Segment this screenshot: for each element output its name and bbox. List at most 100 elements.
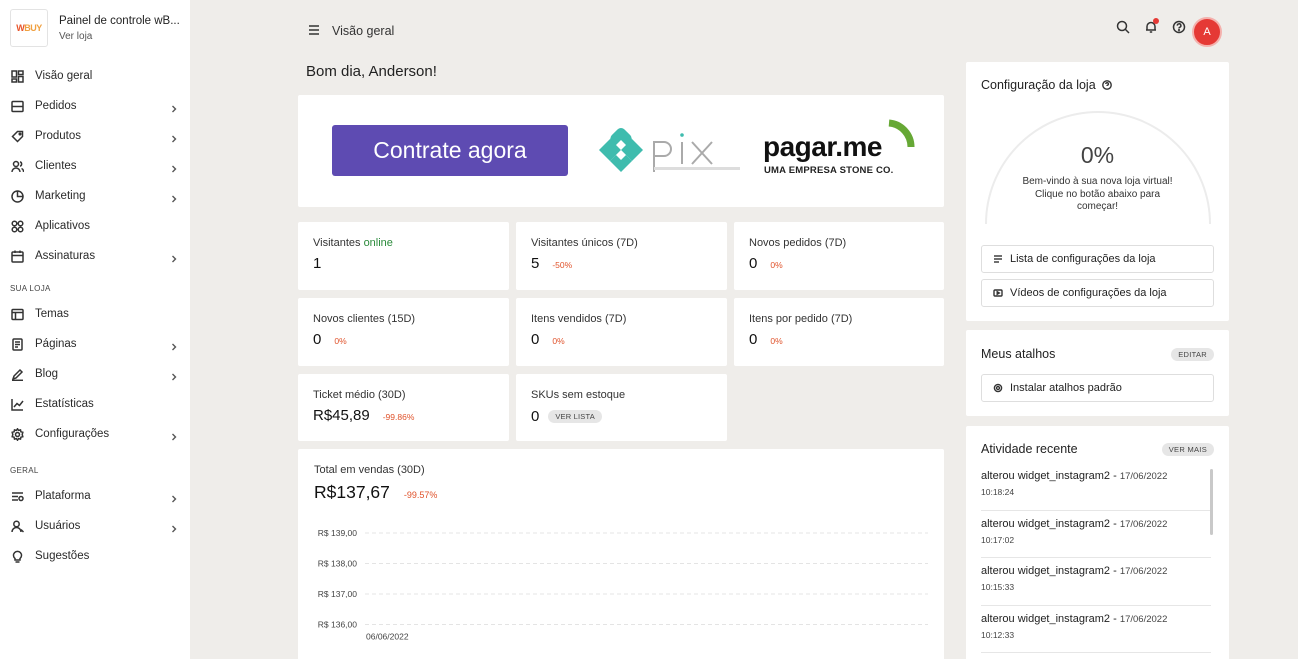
sidebar-item-visao-geral[interactable]: Visão geral: [0, 61, 190, 91]
gear-icon: [993, 383, 1003, 393]
activity-card: Atividade recente VER MAIS alterou widge…: [966, 426, 1229, 659]
platform-icon: [11, 490, 24, 503]
dashboard-icon: [11, 69, 24, 83]
sales-label: Total em vendas (30D): [314, 464, 425, 476]
sidebar-item-label: Sugestões: [35, 550, 90, 562]
sidebar-item-label: Marketing: [35, 190, 86, 202]
apps-icon: [11, 219, 24, 233]
activity-item: alterou widget_instagram2 - 17/06/2022 10…: [981, 511, 1211, 558]
activity-item: alterou widget_instagram2 - 17/06/2022 10…: [981, 558, 1211, 606]
config-list-button[interactable]: Lista de configurações da loja: [981, 245, 1214, 273]
stat-card-new-orders: Novos pedidos (7D) 0 0%: [734, 222, 944, 290]
tag-icon: [11, 130, 24, 143]
chevron-right-icon: [170, 430, 178, 441]
stat-delta: 0%: [552, 336, 565, 346]
layout-icon: [11, 308, 24, 321]
sidebar-item-usuarios[interactable]: Usuários: [0, 511, 190, 541]
sidebar-item-paginas[interactable]: Páginas: [0, 329, 190, 359]
y-tick-label: R$ 139,00: [318, 528, 357, 538]
list-icon: [994, 255, 1002, 263]
config-message: Bem-vindo à sua nova loja virtual! Cliqu…: [1022, 176, 1173, 212]
stat-value: 0: [531, 408, 540, 425]
avatar[interactable]: A: [1192, 17, 1222, 47]
activity-item: alterou widget_instagram2 - 17/06/2022 10…: [981, 463, 1211, 511]
shortcuts-title: Meus atalhos: [981, 347, 1056, 361]
stat-card-avg-ticket: Ticket médio (30D) R$45,89 -99.86%: [298, 374, 509, 441]
stat-value: 5: [531, 255, 540, 272]
store-name: Painel de controle wB...: [59, 14, 180, 27]
config-title: Configuração da loja: [981, 78, 1096, 92]
users-icon: [11, 160, 24, 173]
activity-scrollbar[interactable]: [1210, 469, 1213, 535]
sidebar-item-marketing[interactable]: Marketing: [0, 181, 190, 211]
chevron-right-icon: [170, 492, 178, 503]
sales-delta: -99.57%: [403, 490, 438, 500]
chevron-right-icon: [170, 192, 178, 203]
stat-delta: 0%: [334, 336, 347, 346]
help-icon[interactable]: [1101, 80, 1112, 90]
x-tick-label: 06/06/2022: [366, 632, 409, 642]
menu-icon[interactable]: [308, 24, 320, 36]
sidebar-item-label: Visão geral: [35, 70, 93, 82]
sidebar-item-pedidos[interactable]: Pedidos: [0, 91, 190, 121]
stat-value: 0: [531, 331, 540, 348]
stat-delta: 0%: [770, 260, 783, 270]
chevron-right-icon: [170, 252, 178, 263]
user-icon: [11, 520, 24, 533]
nav-store: Temas Páginas Blog Estatísticas Configuraçõe…: [0, 299, 190, 449]
promo-banner[interactable]: Contrate agora pagar.me UMA EMPRESA STON…: [298, 95, 944, 207]
stat-delta: -50%: [552, 260, 573, 270]
chevron-right-icon: [170, 370, 178, 381]
sidebar-item-configuracoes[interactable]: Configurações: [0, 419, 190, 449]
sidebar-item-label: Plataforma: [35, 490, 91, 502]
gear-icon: [11, 427, 24, 441]
store-config-card: Configuração da loja 0% Bem-vindo à sua …: [966, 62, 1229, 321]
see-more-button[interactable]: VER MAIS: [1161, 443, 1214, 456]
pagarme-logo: pagar.me UMA EMPRESA STONE CO.: [763, 119, 923, 181]
config-videos-button[interactable]: Vídeos de configurações da loja: [981, 279, 1214, 307]
chevron-right-icon: [170, 522, 178, 533]
config-percent: 0%: [1080, 142, 1115, 168]
sidebar-item-sugestoes[interactable]: Sugestões: [0, 541, 190, 571]
sales-chart-card: Total em vendas (30D) R$137,67 -99.57% R$…: [298, 449, 944, 659]
sidebar-item-produtos[interactable]: Produtos: [0, 121, 190, 151]
sidebar-item-assinaturas[interactable]: Assinaturas: [0, 241, 190, 271]
sidebar-item-label: Configurações: [35, 428, 110, 440]
store-logo[interactable]: W BUY: [10, 9, 48, 47]
page-icon: [11, 337, 24, 351]
stat-card-new-customers: Novos clientes (15D) 0 0%: [298, 298, 509, 366]
sidebar-item-aplicativos[interactable]: Aplicativos: [0, 211, 190, 241]
sidebar-item-temas[interactable]: Temas: [0, 299, 190, 329]
video-icon: [993, 289, 1003, 297]
stat-card-items-sold: Itens vendidos (7D) 0 0%: [516, 298, 727, 366]
pen-icon: [11, 368, 24, 381]
sidebar-item-label: Usuários: [35, 520, 81, 532]
help-icon[interactable]: [1170, 18, 1188, 36]
sidebar: W BUY Painel de controle wB... Ver loja V…: [0, 0, 190, 659]
edit-shortcuts-button[interactable]: EDITAR: [1171, 348, 1214, 361]
sidebar-item-clientes[interactable]: Clientes: [0, 151, 190, 181]
stat-delta: -99.86%: [382, 412, 415, 422]
chevron-right-icon: [170, 162, 178, 173]
stat-value: 0: [749, 255, 758, 272]
view-list-button[interactable]: VER LISTA: [548, 410, 602, 423]
chevron-right-icon: [170, 132, 178, 143]
sidebar-item-blog[interactable]: Blog: [0, 359, 190, 389]
install-shortcuts-button[interactable]: Instalar atalhos padrão: [981, 374, 1214, 402]
sidebar-item-label: Assinaturas: [35, 250, 96, 262]
bell-icon[interactable]: [1142, 18, 1160, 36]
sidebar-item-plataforma[interactable]: Plataforma: [0, 481, 190, 511]
activity-title: Atividade recente: [981, 442, 1078, 456]
sidebar-item-estatisticas[interactable]: Estatísticas: [0, 389, 190, 419]
store-header: W BUY Painel de controle wB... Ver loja: [0, 0, 190, 56]
view-store-link[interactable]: Ver loja: [59, 31, 180, 42]
search-icon[interactable]: [1114, 18, 1132, 36]
chevron-right-icon: [170, 340, 178, 351]
sidebar-item-label: Aplicativos: [35, 220, 90, 232]
nav-general: Plataforma Usuários Sugestões: [0, 481, 190, 571]
activity-list: alterou widget_instagram2 - 17/06/2022 10…: [981, 463, 1211, 653]
cta-button[interactable]: Contrate agora: [332, 125, 568, 176]
notification-dot: [1153, 18, 1159, 24]
pix-logo: [594, 128, 744, 178]
sales-line-chart: R$ 139,00 R$ 138,00 R$ 137,00 R$ 136,00 06/0…: [318, 528, 928, 642]
